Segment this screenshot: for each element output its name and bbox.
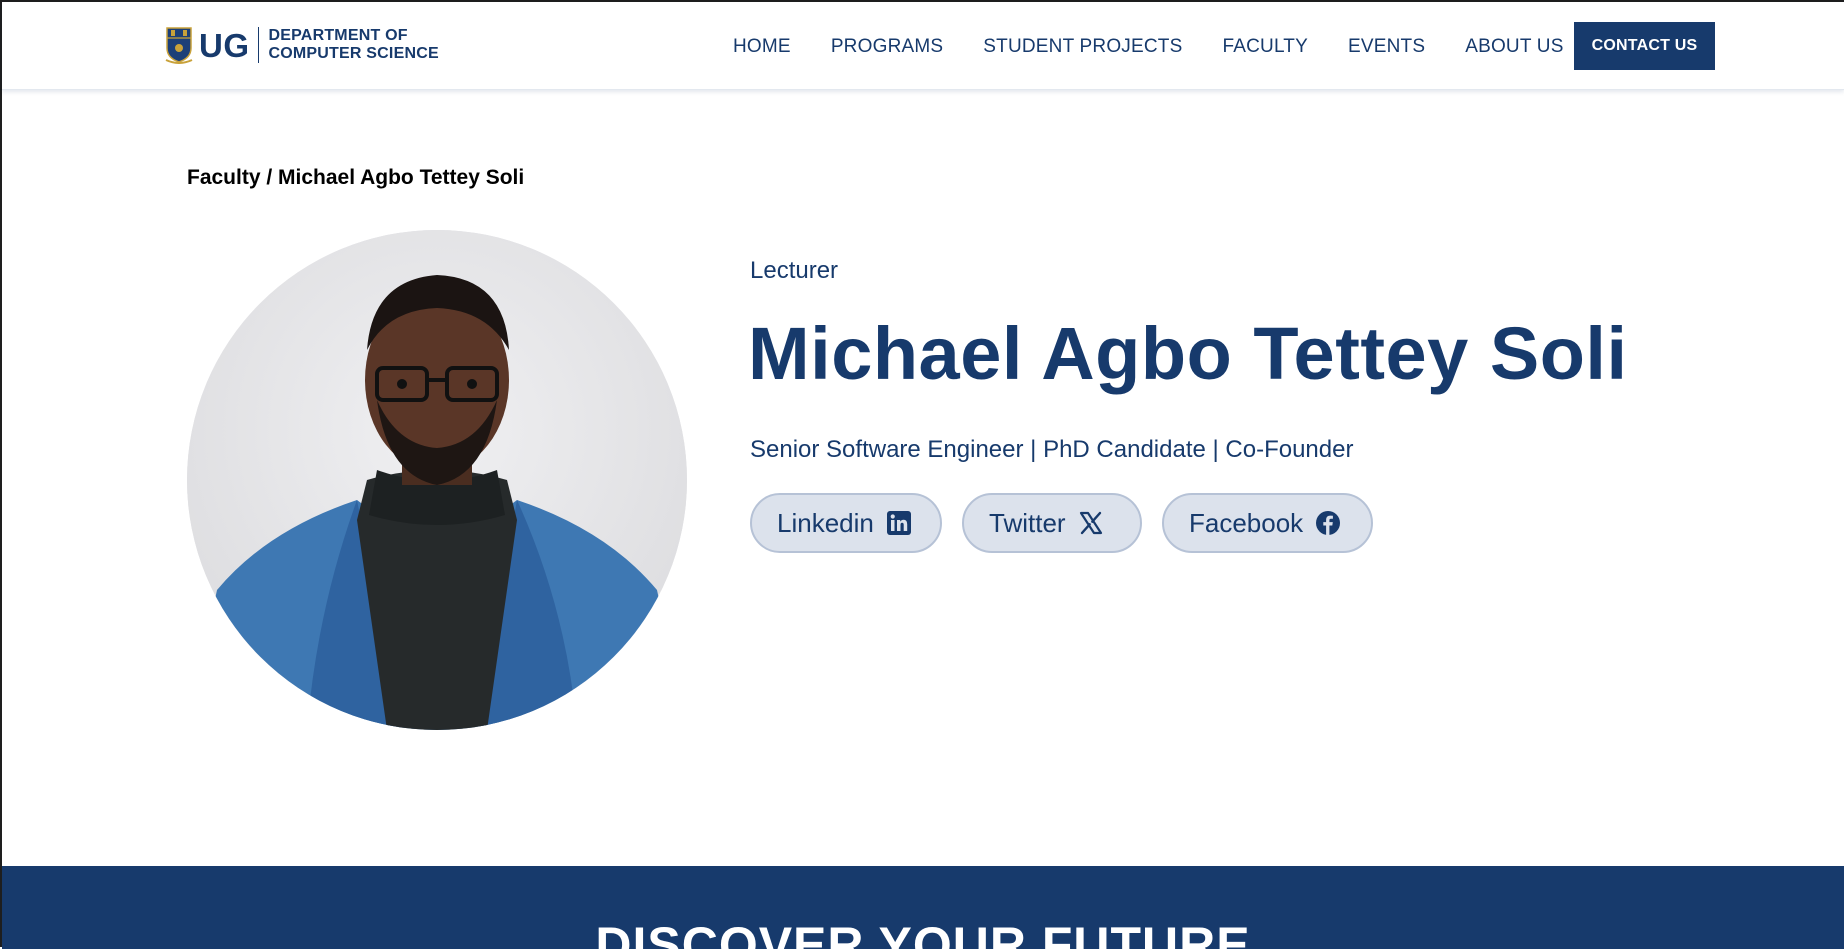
facebook-button[interactable]: Facebook <box>1162 493 1373 553</box>
department-logo[interactable]: UG DEPARTMENT OF COMPUTER SCIENCE <box>165 24 439 66</box>
social-links: Linkedin Twitter Facebook <box>750 493 1393 553</box>
banner-title: DISCOVER YOUR FUTURE <box>595 917 1251 949</box>
logo-ug-text: UG <box>199 26 250 64</box>
nav-events[interactable]: EVENTS <box>1348 36 1425 58</box>
logo-dept-line1: DEPARTMENT OF <box>268 27 408 44</box>
twitter-button[interactable]: Twitter <box>962 493 1142 553</box>
x-twitter-icon <box>1079 511 1102 535</box>
site-header: UG DEPARTMENT OF COMPUTER SCIENCE HOME P… <box>2 2 1844 90</box>
logo-divider <box>257 27 259 63</box>
facebook-icon <box>1316 511 1341 535</box>
logo-department-name: DEPARTMENT OF COMPUTER SCIENCE <box>269 27 439 63</box>
profile-tagline: Senior Software Engineer | PhD Candidate… <box>750 436 1354 463</box>
nav-programs[interactable]: PROGRAMS <box>831 36 943 58</box>
facebook-label: Facebook <box>1189 507 1304 538</box>
nav-about-us[interactable]: ABOUT US <box>1465 36 1563 58</box>
profile-photo <box>187 230 687 730</box>
university-crest-icon <box>165 27 193 64</box>
nav-home[interactable]: HOME <box>733 36 791 58</box>
nav-student-projects[interactable]: STUDENT PROJECTS <box>983 36 1182 58</box>
profile-name: Michael Agbo Tettey Soli <box>748 312 1628 395</box>
main-nav: HOME PROGRAMS STUDENT PROJECTS FACULTY E… <box>733 36 1604 58</box>
linkedin-button[interactable]: Linkedin <box>750 493 942 553</box>
profile-role: Lecturer <box>750 257 839 284</box>
discover-banner: DISCOVER YOUR FUTURE <box>2 866 1844 949</box>
logo-dept-line2: COMPUTER SCIENCE <box>268 45 439 62</box>
breadcrumb: Faculty / Michael Agbo Tettey Soli <box>187 166 525 189</box>
linkedin-label: Linkedin <box>777 507 874 538</box>
contact-us-button[interactable]: CONTACT US <box>1574 22 1715 70</box>
profile-photo-illustration <box>187 230 687 730</box>
twitter-label: Twitter <box>989 507 1066 538</box>
linkedin-icon <box>886 511 911 535</box>
nav-faculty[interactable]: FACULTY <box>1222 36 1308 58</box>
